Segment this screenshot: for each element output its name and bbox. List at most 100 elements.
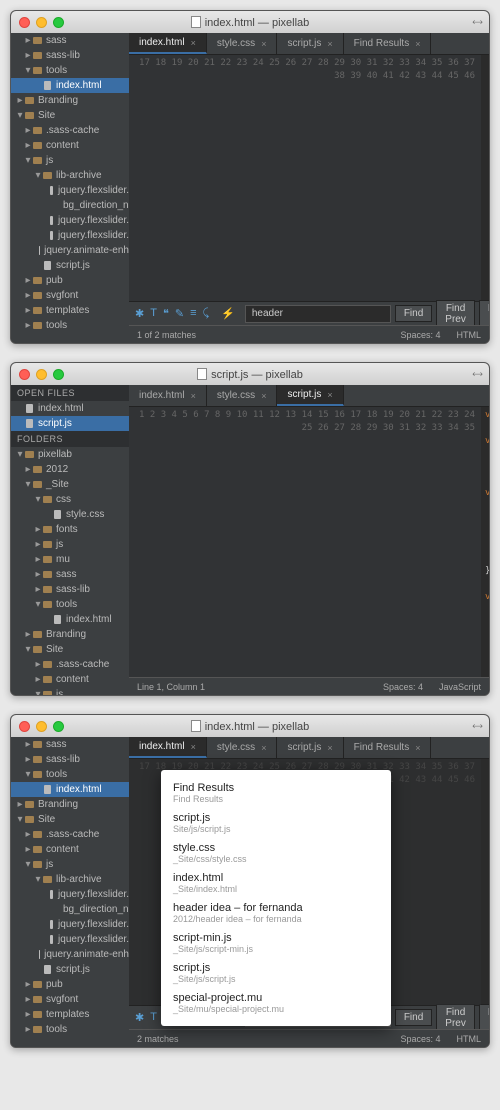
editor-tab[interactable]: style.css× <box>207 737 278 758</box>
editor-tab[interactable]: index.html× <box>129 737 207 758</box>
goto-result-item[interactable]: index.html_Site/index.html <box>161 868 391 898</box>
sidebar-item[interactable]: ▸content <box>11 672 129 687</box>
titlebar[interactable]: script.js — pixellab ⤢ <box>11 363 489 385</box>
sidebar-item[interactable]: ▾js <box>11 857 129 872</box>
sidebar[interactable]: ▸sass▸sass-lib▾toolsindex.html▸Branding ▾… <box>11 737 129 1047</box>
find-option-icon[interactable]: ✱ <box>133 307 146 320</box>
status-spaces[interactable]: Spaces: 4 <box>400 1034 440 1044</box>
sidebar-item[interactable]: ▸content <box>11 842 129 857</box>
close-icon[interactable] <box>19 17 30 28</box>
tab-close-icon[interactable]: × <box>261 39 266 49</box>
sidebar-item[interactable]: bg_direction_nav <box>11 198 129 213</box>
tab-close-icon[interactable]: × <box>191 391 196 401</box>
sidebar-item[interactable]: ▸sass-lib <box>11 582 129 597</box>
editor-tab[interactable]: index.html× <box>129 33 207 54</box>
sidebar-item[interactable]: ▸templates <box>11 1007 129 1022</box>
sidebar-item[interactable]: jquery.animate-enh <box>11 243 129 258</box>
sidebar-item[interactable]: ▸pub <box>11 273 129 288</box>
sidebar-item[interactable]: ▸Branding <box>11 93 129 108</box>
sidebar-item[interactable]: ▾js <box>11 153 129 168</box>
sidebar-item[interactable]: ▾js <box>11 687 129 695</box>
goto-result-item[interactable]: script.jsSite/js/script.js <box>161 808 391 838</box>
sidebar-item[interactable]: jquery.flexslider. <box>11 932 129 947</box>
sidebar-item[interactable]: bg_direction_nav <box>11 902 129 917</box>
fullscreen-icon[interactable]: ⤢ <box>470 15 483 28</box>
editor-tab[interactable]: script.js× <box>277 385 343 406</box>
sidebar-item[interactable]: ▸.sass-cache <box>11 657 129 672</box>
sidebar-item[interactable]: ▸2012 <box>11 462 129 477</box>
code-editor[interactable]: 1 2 3 4 5 6 7 8 9 10 11 12 13 14 15 16 1… <box>129 407 489 677</box>
goto-result-item[interactable]: script-min.js_Site/js/script-min.js <box>161 928 391 958</box>
sidebar-item[interactable]: ▸.sass-cache <box>11 827 129 842</box>
sidebar-item[interactable]: ▸Branding <box>11 627 129 642</box>
find-option-icon[interactable]: ✱ <box>133 1011 146 1024</box>
sidebar-item[interactable]: script.js <box>11 962 129 977</box>
find-option-icon[interactable]: ❝ <box>161 307 171 320</box>
minimize-icon[interactable] <box>36 721 47 732</box>
find-option-icon[interactable]: T <box>148 1011 159 1024</box>
sidebar-item[interactable]: ▾tools <box>11 597 129 612</box>
tab-close-icon[interactable]: × <box>261 391 266 401</box>
editor-tab[interactable]: index.html× <box>129 385 207 406</box>
find-all-button[interactable]: Find All <box>479 300 490 328</box>
sidebar-item[interactable]: ▸sass <box>11 33 129 48</box>
sidebar-item[interactable]: index.html <box>11 612 129 627</box>
close-icon[interactable] <box>19 369 30 380</box>
editor-tab[interactable]: Find Results× <box>344 33 432 54</box>
goto-result-item[interactable]: special-project.mu_Site/mu/special-proje… <box>161 988 391 1018</box>
sidebar-item[interactable]: ▸pub <box>11 977 129 992</box>
sidebar-item[interactable]: index.html <box>11 401 129 416</box>
goto-anything-popup[interactable]: Find ResultsFind Resultsscript.jsSite/js… <box>161 770 391 1026</box>
sidebar-item[interactable]: ▸content <box>11 138 129 153</box>
sidebar-item[interactable]: style.css <box>11 507 129 522</box>
sidebar-item[interactable]: script.js <box>11 416 129 431</box>
sidebar-item[interactable]: ▾Site <box>11 642 129 657</box>
sidebar-item[interactable]: jquery.flexslider. <box>11 213 129 228</box>
bolt-icon[interactable]: ⚡ <box>215 307 241 320</box>
editor-tab[interactable]: script.js× <box>277 737 343 758</box>
find-option-icon[interactable]: ✎ <box>173 307 186 320</box>
find-prev-button[interactable]: Find Prev <box>436 1004 475 1032</box>
tab-close-icon[interactable]: × <box>191 742 196 752</box>
editor-tab[interactable]: Find Results× <box>344 737 432 758</box>
editor-tab[interactable]: script.js× <box>277 33 343 54</box>
find-button[interactable]: Find <box>395 305 432 322</box>
code-content[interactable]: <"c-attr">class="c-tag">link "c-attr">re… <box>481 759 489 1005</box>
sidebar-item[interactable]: ▸sass-lib <box>11 752 129 767</box>
fullscreen-icon[interactable]: ⤢ <box>470 719 483 732</box>
sidebar[interactable]: ▸sass▸sass-lib▾toolsindex.html▸Branding▾… <box>11 33 129 343</box>
code-editor[interactable]: 17 18 19 20 21 22 23 24 25 26 27 28 29 3… <box>129 55 489 301</box>
titlebar[interactable]: index.html — pixellab ⤢ <box>11 715 489 737</box>
sidebar-item[interactable]: jquery.flexslider. <box>11 917 129 932</box>
status-spaces[interactable]: Spaces: 4 <box>400 330 440 340</box>
sidebar-item[interactable]: ▾tools <box>11 767 129 782</box>
sidebar-item[interactable]: ▸svgfont <box>11 992 129 1007</box>
find-option-icon[interactable]: ≡ <box>188 307 198 320</box>
minimize-icon[interactable] <box>36 17 47 28</box>
sidebar-item[interactable]: ▸svgfont <box>11 288 129 303</box>
sidebar-item[interactable]: ▸sass <box>11 737 129 752</box>
sidebar-item[interactable]: ▾css <box>11 492 129 507</box>
sidebar-item[interactable]: ▸Branding <box>11 797 129 812</box>
tab-close-icon[interactable]: × <box>327 743 332 753</box>
sidebar-item[interactable]: ▸tools <box>11 318 129 333</box>
find-input[interactable] <box>245 305 391 323</box>
sidebar-item[interactable]: jquery.flexslider. <box>11 183 129 198</box>
goto-result-item[interactable]: Find ResultsFind Results <box>161 778 391 808</box>
find-button[interactable]: Find <box>395 1009 432 1026</box>
editor-tab[interactable]: style.css× <box>207 385 278 406</box>
find-option-icon[interactable]: T <box>148 307 159 320</box>
status-syntax[interactable]: HTML <box>457 1034 482 1044</box>
sidebar-item[interactable]: script.js <box>11 258 129 273</box>
titlebar[interactable]: index.html — pixellab ⤢ <box>11 11 489 33</box>
tab-close-icon[interactable]: × <box>415 39 420 49</box>
tab-close-icon[interactable]: × <box>327 39 332 49</box>
goto-result-item[interactable]: header idea – for fernanda2012/header id… <box>161 898 391 928</box>
goto-result-item[interactable]: style.css_Site/css/style.css <box>161 838 391 868</box>
sidebar-item[interactable]: ▸sass <box>11 567 129 582</box>
sidebar-item[interactable]: index.html <box>11 782 129 797</box>
sidebar-item[interactable]: ▸.sass-cache <box>11 123 129 138</box>
status-syntax[interactable]: JavaScript <box>439 682 481 692</box>
sidebar-item[interactable]: ▸templates <box>11 303 129 318</box>
tab-close-icon[interactable]: × <box>415 743 420 753</box>
